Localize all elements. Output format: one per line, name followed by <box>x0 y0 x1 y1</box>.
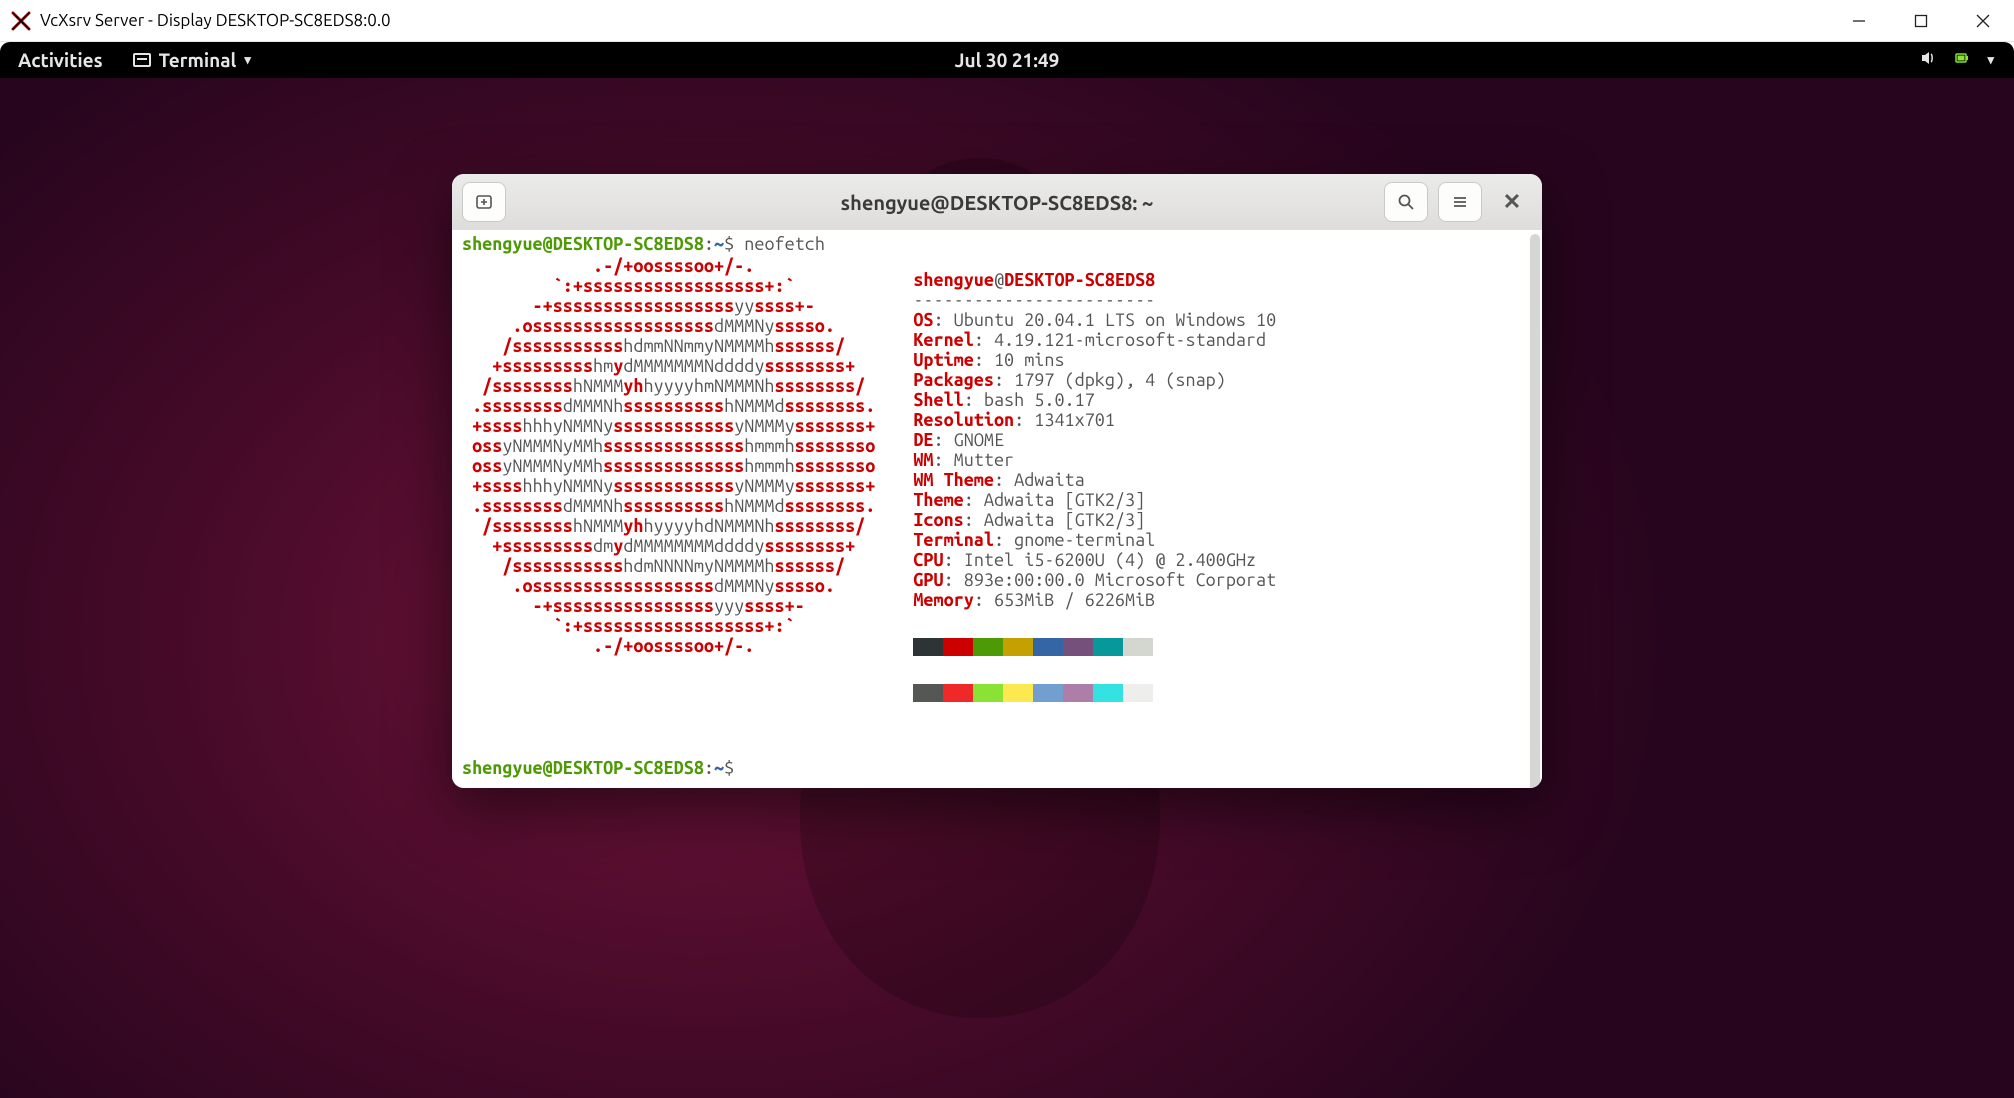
windows-controls <box>1828 0 2014 42</box>
maximize-button[interactable] <box>1890 0 1952 42</box>
chevron-down-icon: ▾ <box>244 53 251 68</box>
close-button[interactable] <box>1952 0 2014 42</box>
clock[interactable]: Jul 30 21:49 <box>955 49 1060 71</box>
power-icon <box>1953 49 1971 71</box>
terminal-body[interactable]: shengyue@DESKTOP-SC8EDS8:~$ neofetch .-/… <box>452 230 1542 788</box>
command-text: neofetch <box>744 234 825 254</box>
volume-icon <box>1919 49 1937 71</box>
new-tab-button[interactable] <box>462 182 506 222</box>
windows-title: VcXsrv Server - Display DESKTOP-SC8EDS8:… <box>40 11 391 30</box>
neofetch-ascii-logo: .-/+oossssoo+/-. `:+ssssssssssssssssss+:… <box>462 256 875 702</box>
prompt-line-2: shengyue@DESKTOP-SC8EDS8:~$ <box>462 758 1532 778</box>
chevron-down-icon: ▾ <box>1987 53 1994 68</box>
scrollbar[interactable] <box>1530 234 1540 788</box>
minimize-button[interactable] <box>1828 0 1890 42</box>
app-menu-label: Terminal <box>159 49 237 71</box>
windows-titlebar: VcXsrv Server - Display DESKTOP-SC8EDS8:… <box>0 0 2014 42</box>
hamburger-menu-button[interactable] <box>1438 182 1482 222</box>
terminal-icon <box>133 53 151 67</box>
terminal-headerbar[interactable]: shengyue@DESKTOP-SC8EDS8: ~ ✕ <box>452 174 1542 230</box>
neofetch-info: shengyue@DESKTOP-SC8EDS8----------------… <box>913 256 1276 702</box>
terminal-close-button[interactable]: ✕ <box>1492 182 1532 222</box>
system-tray[interactable]: ▾ <box>1919 49 2014 71</box>
prompt-line-1: shengyue@DESKTOP-SC8EDS8:~$ neofetch <box>462 234 1532 254</box>
terminal-window: shengyue@DESKTOP-SC8EDS8: ~ ✕ shengyue@D… <box>452 174 1542 788</box>
vcxsrv-icon <box>10 10 32 32</box>
neofetch-output: .-/+oossssoo+/-. `:+ssssssssssssssssss+:… <box>462 256 1532 702</box>
search-button[interactable] <box>1384 182 1428 222</box>
terminal-title: shengyue@DESKTOP-SC8EDS8: ~ <box>841 191 1154 214</box>
desktop-wallpaper: shengyue@DESKTOP-SC8EDS8: ~ ✕ shengyue@D… <box>0 78 2014 1098</box>
activities-button[interactable]: Activities <box>0 49 121 71</box>
gnome-topbar: Activities Terminal ▾ Jul 30 21:49 ▾ <box>0 42 2014 78</box>
app-menu[interactable]: Terminal ▾ <box>121 49 263 71</box>
